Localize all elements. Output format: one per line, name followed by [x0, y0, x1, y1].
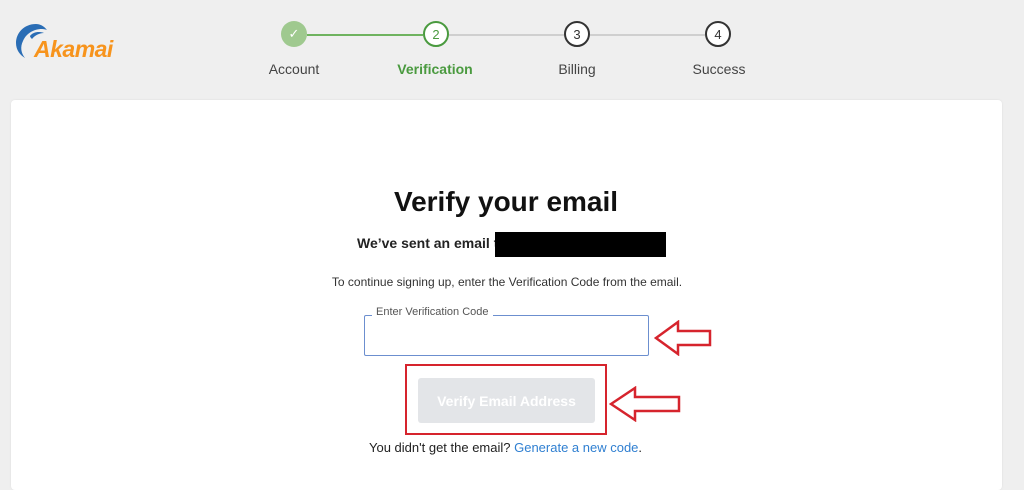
generate-new-code-link[interactable]: Generate a new code — [514, 440, 638, 455]
verify-email-button[interactable]: Verify Email Address — [418, 378, 595, 423]
step-billing-circle: 3 — [564, 21, 590, 47]
signup-stepper: ✓ 2 3 4 Account Verification Billing Suc… — [0, 0, 1024, 90]
page-title: Verify your email — [393, 186, 619, 217]
verification-code-field[interactable] — [364, 315, 649, 356]
step-account-check-icon: ✓ — [281, 21, 307, 47]
step-connector-1 — [307, 34, 423, 36]
step-label-account: Account — [268, 61, 320, 77]
redacted-email — [495, 232, 666, 257]
annotation-arrow-button-icon — [609, 386, 681, 422]
annotation-arrow-field-icon — [654, 320, 712, 356]
verification-code-label: Enter Verification Code — [372, 306, 493, 318]
step-label-verification: Verification — [397, 61, 473, 77]
email-sent-text: We’ve sent an email to — [357, 235, 507, 251]
resend-code-text: You didn't get the email? Generate a new… — [369, 440, 643, 455]
verification-code-input[interactable] — [365, 316, 648, 355]
instructions-text: To continue signing up, enter the Verifi… — [331, 275, 683, 289]
step-label-billing: Billing — [558, 61, 596, 77]
step-connector-3 — [590, 34, 705, 36]
step-label-success: Success — [692, 61, 746, 77]
step-connector-2 — [449, 34, 564, 36]
step-success-circle: 4 — [705, 21, 731, 47]
step-verification-circle: 2 — [423, 21, 449, 47]
